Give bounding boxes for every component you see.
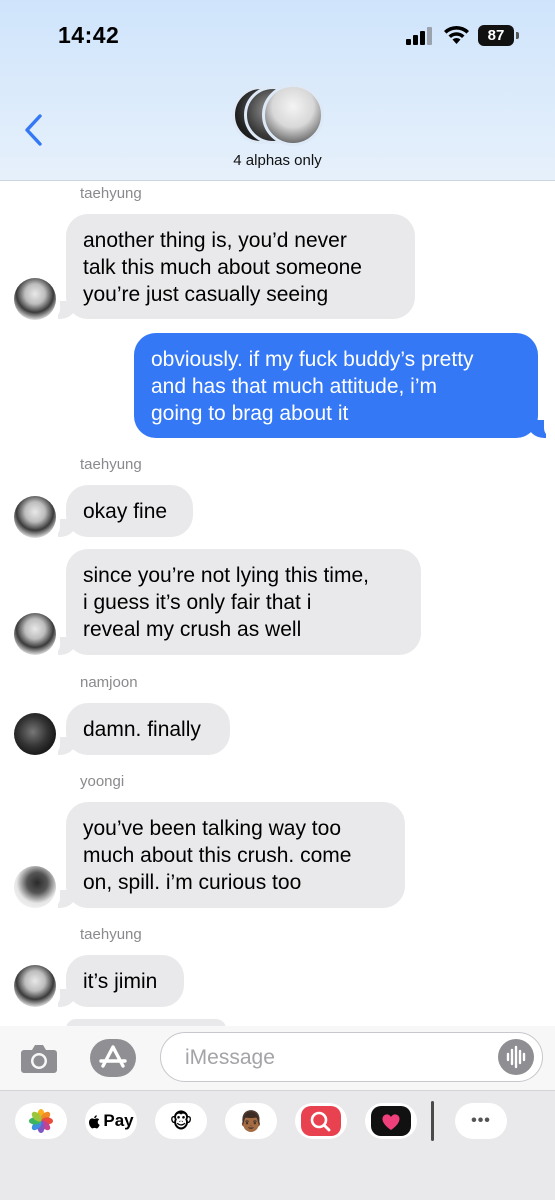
incoming-message-bubble[interactable]: another thing is, you’d never talk this … [66,214,415,319]
sender-name: taehyung [80,456,142,473]
outgoing-message-bubble[interactable]: obviously. if my fuck buddy’s pretty and… [134,333,538,438]
battery-icon: 87 [478,25,520,46]
apple-pay-label: Pay [103,1111,134,1130]
incoming-message-bubble[interactable]: you’ve been talking way too much about t… [66,802,405,908]
apple-pay-button[interactable]: Pay [85,1103,137,1139]
more-apps-icon: ••• [471,1112,491,1129]
drawer-divider [431,1101,434,1141]
conversation-header: 14:42 87 4 alphas only [0,0,555,181]
more-apps-button[interactable]: ••• [455,1103,507,1139]
memoji-stickers-app-button[interactable]: 👨🏾 [225,1103,277,1139]
battery-tip [516,32,519,39]
battery-level: 87 [478,25,514,46]
group-avatar-stack[interactable] [232,84,324,146]
image-search-app-button[interactable] [295,1103,347,1139]
back-chevron-icon[interactable] [20,112,50,148]
group-name[interactable]: 4 alphas only [0,152,555,169]
apple-logo-icon [89,1114,101,1128]
bubble-tail [48,987,76,1007]
memoji-stickers-icon: 👨🏾 [238,1110,264,1133]
sender-name: taehyung [80,185,142,202]
app-store-button[interactable] [90,1039,136,1077]
wifi-icon [444,25,469,44]
sender-name: taehyung [80,926,142,943]
sender-avatar[interactable] [14,278,56,320]
photos-app-button[interactable] [15,1103,67,1139]
bubble-tail [48,299,76,319]
incoming-message-bubble[interactable]: damn. finally [66,703,230,755]
bubble-tail [48,635,76,655]
incoming-message-bubble[interactable]: okay fine [66,485,193,537]
group-member-avatar [262,84,324,146]
imessage-app-drawer: Pay 🐵 👨🏾 ••• [0,1090,555,1200]
imessage-placeholder: iMessage [185,1046,275,1069]
digital-touch-app-button[interactable] [365,1103,417,1139]
app-store-icon [99,1045,127,1068]
bubble-tail [48,888,76,908]
bubble-tail [48,735,76,755]
bubble-tail [48,517,76,537]
camera-icon[interactable] [20,1042,58,1074]
memoji-monkey-icon: 🐵 [169,1110,193,1133]
photos-icon [29,1109,53,1133]
incoming-message-bubble[interactable]: it’s jimin [66,955,184,1007]
waveform-icon [506,1045,526,1069]
dictation-button[interactable] [498,1039,534,1075]
memoji-app-button[interactable]: 🐵 [155,1103,207,1139]
status-bar: 14:42 87 [0,0,555,70]
digital-touch-icon [371,1106,411,1136]
sender-avatar[interactable] [14,496,56,538]
sender-avatar[interactable] [14,613,56,655]
sender-avatar[interactable] [14,713,56,755]
sender-name: yoongi [80,773,125,790]
compose-bar: iMessage [0,1026,555,1090]
incoming-message-bubble[interactable]: since you’re not lying this time, i gues… [66,549,421,655]
bubble-tail [528,418,555,438]
image-search-icon [301,1106,341,1136]
cellular-signal-icon [406,27,432,45]
sender-avatar[interactable] [14,965,56,1007]
status-time: 14:42 [58,22,120,48]
sender-avatar[interactable] [14,866,56,908]
sender-name: namjoon [80,674,138,691]
imessage-input[interactable]: iMessage [160,1032,543,1082]
